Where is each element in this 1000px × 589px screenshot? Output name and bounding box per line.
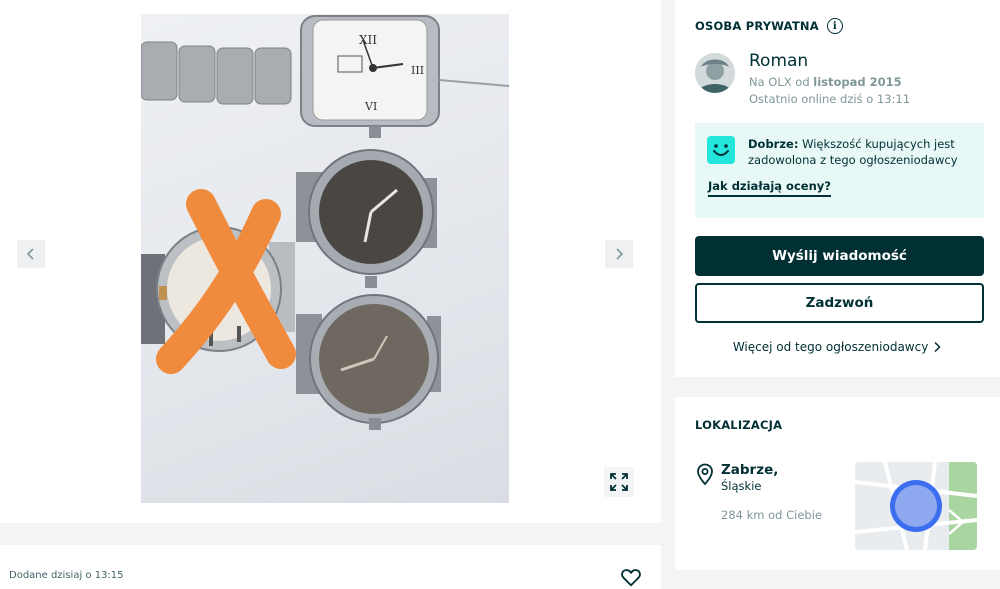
seller-type-header: OSOBA PRYWATNA i xyxy=(695,18,843,34)
smile-face-graphic xyxy=(713,144,729,156)
location-card: LOKALIZACJA Zabrze, Śląskie 284 km od Ci… xyxy=(675,397,1000,570)
seller-type-label: OSOBA PRYWATNA xyxy=(695,19,819,33)
map-graphic xyxy=(855,462,977,550)
next-image-button[interactable] xyxy=(605,240,633,268)
smile-icon xyxy=(707,136,735,164)
call-button[interactable]: Zadzwoń xyxy=(695,283,984,323)
seller-name[interactable]: Roman xyxy=(749,51,808,71)
location-pin-icon xyxy=(697,463,713,485)
location-region: Śląskie xyxy=(721,479,762,493)
chevron-right-icon xyxy=(934,341,941,353)
member-since-prefix: Na OLX od xyxy=(749,75,810,89)
expand-icon xyxy=(610,473,628,491)
listing-meta: Dodane dzisiaj o 13:15 xyxy=(0,545,661,589)
rating-label: Dobrze: xyxy=(748,137,799,151)
rating-text: Dobrze: Większość kupujących jest zadowo… xyxy=(748,136,973,168)
member-since-date: listopad 2015 xyxy=(813,75,902,89)
location-distance: 284 km od Ciebie xyxy=(721,508,822,522)
watches-image: XII III VI xyxy=(141,15,509,430)
prev-image-button[interactable] xyxy=(17,240,45,268)
svg-text:VI: VI xyxy=(364,100,377,113)
avatar[interactable] xyxy=(695,53,735,93)
more-from-seller-label: Więcej od tego ogłoszeniodawcy xyxy=(732,340,929,354)
map-thumbnail[interactable] xyxy=(855,462,977,550)
date-added: Dodane dzisiaj o 13:15 xyxy=(9,570,124,581)
location-title: LOKALIZACJA xyxy=(695,418,783,432)
user-avatar-icon xyxy=(695,53,735,93)
info-icon[interactable]: i xyxy=(826,18,843,34)
favorite-button[interactable] xyxy=(620,566,642,588)
more-from-seller-link[interactable]: Więcej od tego ogłoszeniodawcy xyxy=(675,340,1000,354)
image-gallery: XII III VI xyxy=(0,0,661,523)
chevron-left-icon xyxy=(26,248,34,260)
heart-icon xyxy=(621,569,641,587)
fullscreen-button[interactable] xyxy=(604,467,634,497)
svg-text:XII: XII xyxy=(359,33,377,47)
member-since: Na OLX od listopad 2015 xyxy=(749,75,902,89)
listing-photo[interactable]: XII III VI xyxy=(141,14,509,503)
svg-text:III: III xyxy=(411,64,424,77)
chevron-right-icon xyxy=(616,248,624,260)
send-message-button[interactable]: Wyślij wiadomość xyxy=(695,236,984,276)
rating-box: Dobrze: Większość kupujących jest zadowo… xyxy=(695,123,984,218)
last-online: Ostatnio online dziś o 13:11 xyxy=(749,92,911,106)
location-city: Zabrze, xyxy=(721,462,779,478)
seller-card: OSOBA PRYWATNA i Roman Na OLX od listopa… xyxy=(675,0,1000,377)
how-ratings-work-link[interactable]: Jak działają oceny? xyxy=(708,179,831,197)
